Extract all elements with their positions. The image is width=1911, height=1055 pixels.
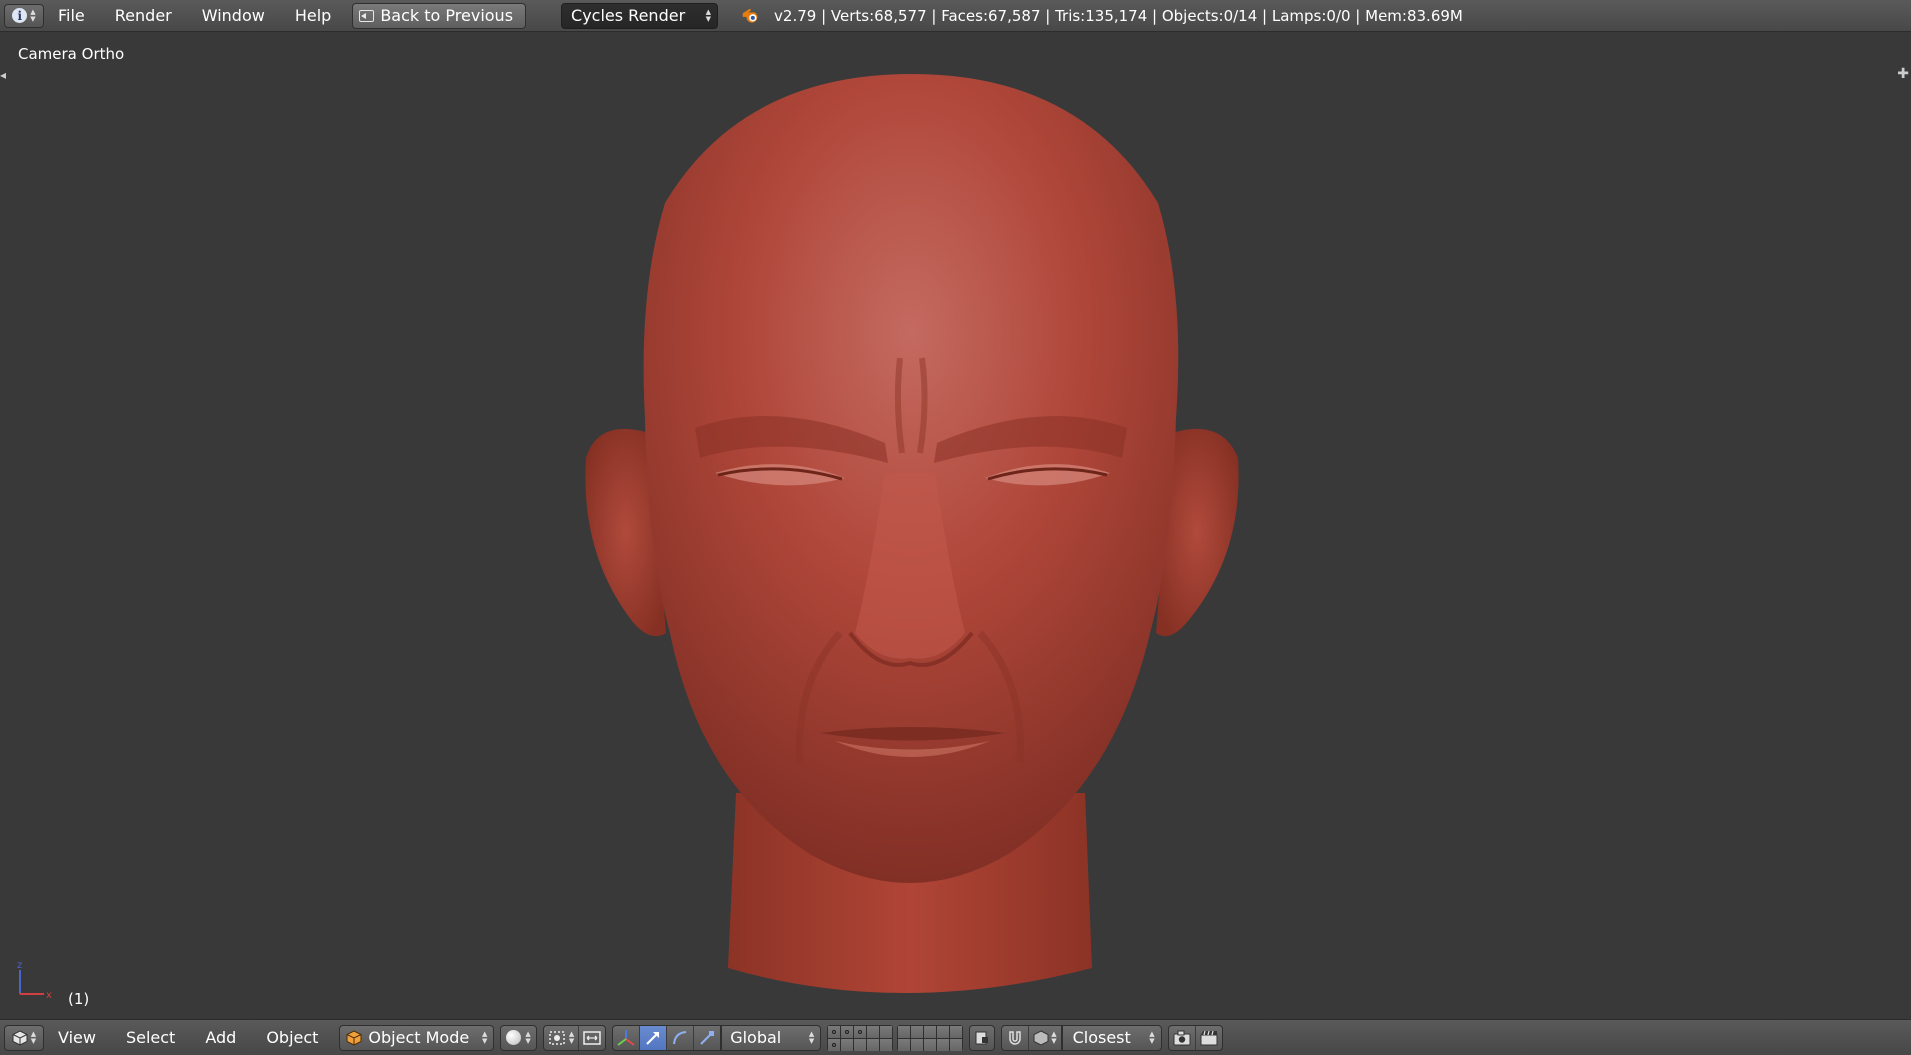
- snap-target-dropdown[interactable]: Closest ▲ ▼: [1061, 1024, 1162, 1051]
- pivot-point-icon: [549, 1030, 565, 1045]
- dropdown-arrows-icon: ▲ ▼: [1149, 1029, 1155, 1045]
- head-model[interactable]: [0, 33, 1911, 1019]
- layer-button[interactable]: [867, 1025, 880, 1038]
- lock-camera-layers-button[interactable]: [969, 1024, 996, 1051]
- back-to-previous-label: Back to Previous: [380, 6, 514, 25]
- render-still-button[interactable]: [1169, 1025, 1196, 1050]
- layer-button[interactable]: [854, 1038, 867, 1051]
- dropdown-arrows-icon: ▲ ▼: [568, 1029, 575, 1045]
- editor-type-selector[interactable]: i ▲ ▼: [4, 3, 44, 28]
- pivot-point-dropdown[interactable]: ▲ ▼: [544, 1025, 580, 1050]
- axis-x-label: x: [46, 990, 52, 1001]
- dropdown-arrows-icon: ▲ ▼: [705, 7, 712, 23]
- info-icon: i: [12, 8, 28, 23]
- scene-statistics: v2.79 | Verts:68,577 | Faces:67,587 | Tr…: [774, 6, 1463, 25]
- scale-handle-icon: [700, 1030, 715, 1045]
- layer-button[interactable]: [867, 1038, 880, 1051]
- translate-arrow-icon: [646, 1031, 660, 1045]
- current-frame-label: (1): [68, 990, 90, 1008]
- solid-sphere-icon: [506, 1030, 522, 1045]
- manipulator-group: [612, 1024, 722, 1051]
- manipulator-axes-icon: [617, 1029, 635, 1046]
- updown-arrows-icon: ▲ ▼: [30, 7, 36, 23]
- layer-button[interactable]: [937, 1038, 950, 1051]
- layer-block-left: [827, 1024, 894, 1051]
- snap-element-dropdown[interactable]: ▲ ▼: [1029, 1026, 1060, 1050]
- menu-help[interactable]: Help: [280, 6, 346, 25]
- transform-orientation-dropdown[interactable]: Global ▲ ▼: [721, 1024, 822, 1051]
- 3d-view-cube-icon: [12, 1029, 28, 1046]
- menu-object[interactable]: Object: [251, 1028, 333, 1047]
- dropdown-arrows-icon: ▲ ▼: [808, 1029, 815, 1045]
- layer-button[interactable]: [911, 1038, 924, 1051]
- layers-grid: [827, 1024, 964, 1051]
- manipulate-center-points-toggle[interactable]: [579, 1026, 605, 1050]
- snap-target-value: Closest: [1072, 1028, 1131, 1047]
- render-engine-dropdown[interactable]: Cycles Render ▲ ▼: [561, 2, 719, 29]
- camera-render-icon: [1173, 1030, 1191, 1045]
- layer-button[interactable]: [841, 1025, 854, 1038]
- layer-button[interactable]: [841, 1038, 854, 1051]
- menu-view[interactable]: View: [44, 1028, 111, 1047]
- snap-group: ▲ ▼: [1001, 1024, 1062, 1051]
- layer-button[interactable]: [828, 1038, 841, 1051]
- pivot-group: ▲ ▼: [542, 1024, 607, 1051]
- layer-button[interactable]: [828, 1025, 841, 1038]
- menu-file[interactable]: File: [44, 6, 100, 25]
- 3d-viewport[interactable]: Camera Ortho ◂ ✚ z x (1): [0, 33, 1911, 1019]
- layer-button[interactable]: [950, 1025, 963, 1038]
- back-arrow-icon: [359, 9, 375, 22]
- snap-magnet-icon: [1009, 1030, 1021, 1045]
- layer-block-right: [897, 1024, 964, 1051]
- transform-orientation-value: Global: [730, 1028, 782, 1047]
- manipulator-toggle[interactable]: [613, 1025, 641, 1050]
- menu-add[interactable]: Add: [190, 1028, 251, 1047]
- layer-button[interactable]: [924, 1038, 937, 1051]
- center-points-icon: [583, 1030, 601, 1045]
- layer-button[interactable]: [854, 1025, 867, 1038]
- snap-toggle[interactable]: [1002, 1025, 1030, 1050]
- dropdown-arrows-icon: ▲ ▼: [482, 1029, 488, 1045]
- scale-manipulator-toggle[interactable]: [694, 1026, 720, 1050]
- rotate-arc-icon: [673, 1030, 687, 1044]
- updown-arrows-icon: ▲ ▼: [30, 1029, 37, 1045]
- layer-button[interactable]: [880, 1038, 893, 1051]
- object-mode-icon: [346, 1029, 362, 1046]
- menu-render[interactable]: Render: [100, 6, 187, 25]
- axes-gizmo: z x: [17, 960, 52, 1001]
- menu-select[interactable]: Select: [111, 1028, 190, 1047]
- layer-button[interactable]: [911, 1025, 924, 1038]
- info-header: i ▲ ▼ File Render Window Help Back to Pre…: [0, 0, 1911, 32]
- snap-element-icon: [1033, 1029, 1049, 1046]
- interaction-mode-dropdown[interactable]: Object Mode ▲ ▼: [339, 1024, 495, 1051]
- blender-logo-icon: [742, 8, 758, 23]
- viewport-shading-dropdown[interactable]: ▲ ▼: [500, 1024, 537, 1051]
- 3d-view-header: ▲ ▼ View Select Add Object Object Mode ▲ ▼…: [0, 1019, 1911, 1055]
- axis-z-label: z: [17, 960, 22, 971]
- translate-manipulator-toggle[interactable]: [640, 1025, 668, 1050]
- layer-button[interactable]: [924, 1025, 937, 1038]
- layer-button[interactable]: [898, 1025, 911, 1038]
- render-engine-value: Cycles Render: [571, 6, 686, 25]
- editor-type-selector-3d[interactable]: ▲ ▼: [4, 1024, 44, 1051]
- back-to-previous-button[interactable]: Back to Previous: [352, 2, 527, 29]
- render-buttons-group: [1167, 1024, 1223, 1051]
- layer-button[interactable]: [950, 1038, 963, 1051]
- rotate-manipulator-toggle[interactable]: [667, 1025, 695, 1050]
- clapperboard-icon: [1200, 1030, 1218, 1045]
- menu-window[interactable]: Window: [187, 6, 280, 25]
- layer-button[interactable]: [880, 1025, 893, 1038]
- layer-button[interactable]: [898, 1038, 911, 1051]
- render-animation-button[interactable]: [1196, 1026, 1222, 1050]
- layer-lock-icon: [975, 1031, 989, 1044]
- mode-value: Object Mode: [368, 1028, 470, 1047]
- dropdown-arrows-icon: ▲ ▼: [1051, 1029, 1057, 1045]
- layer-button[interactable]: [937, 1025, 950, 1038]
- dropdown-arrows-icon: ▲ ▼: [525, 1029, 531, 1045]
